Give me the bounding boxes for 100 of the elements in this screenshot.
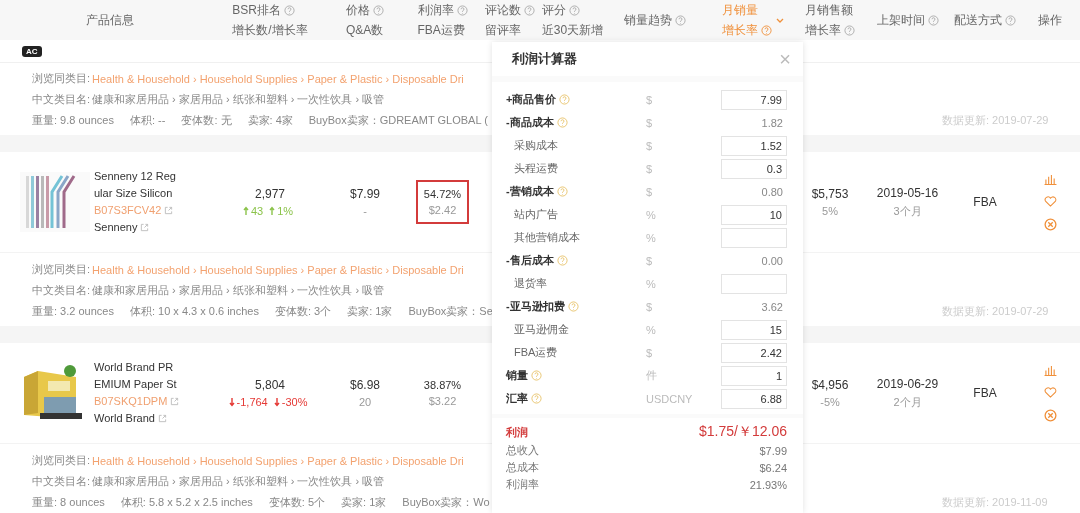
input-field[interactable]: 10 (721, 204, 787, 225)
column-header[interactable]: 上架时间 (876, 11, 925, 29)
input-field[interactable]: 1.52 (721, 135, 787, 156)
input-field[interactable]: 6.88 (721, 388, 787, 409)
external-link-icon[interactable] (164, 206, 174, 215)
input-field[interactable]: 1 (721, 365, 787, 386)
rank-change: -1,764 (236, 396, 268, 408)
column-header[interactable]: 评论数 (485, 1, 521, 19)
category-label: 浏览同类目: (32, 71, 91, 86)
listing-age: 3个月 (893, 203, 922, 219)
column-header[interactable]: FBA运费 (417, 21, 465, 39)
fba-fee: $2.42 (428, 204, 457, 216)
column-header[interactable]: 利润率 (417, 1, 454, 19)
help-icon[interactable] (531, 370, 542, 381)
close-circle-icon[interactable] (1043, 408, 1057, 422)
product-title[interactable]: Senneny 12 Reg (94, 169, 176, 184)
help-icon[interactable] (927, 14, 939, 26)
unit-label: $ (645, 346, 654, 359)
spec-text: 变体数: 无 (181, 113, 232, 128)
input-field[interactable]: 7.99 (721, 89, 787, 110)
summary-value: 21.93% (749, 478, 787, 491)
input-field[interactable]: 15 (721, 319, 787, 340)
bsr-rank: 5,804 (255, 378, 285, 392)
cost-value: 3.62 (761, 300, 784, 313)
cost-label: 站内广告 (514, 207, 558, 222)
external-link-icon[interactable] (157, 414, 167, 423)
cost-label: -亚马逊扣费 (506, 299, 565, 314)
column-header[interactable]: 增长数/增长率 (232, 21, 308, 39)
spec-text: BuyBox卖家：Se (408, 304, 493, 319)
external-link-icon[interactable] (140, 223, 150, 232)
rank-change-rate: 1% (277, 205, 294, 217)
input-field[interactable]: 2.42 (721, 342, 787, 363)
spec-text: 体积: -- (129, 113, 166, 128)
help-icon[interactable] (556, 186, 568, 197)
help-icon[interactable] (760, 24, 772, 36)
help-icon[interactable] (456, 4, 468, 16)
help-icon[interactable] (531, 393, 542, 404)
unit-label: $ (645, 162, 654, 175)
column-header[interactable]: Q&A数 (346, 21, 384, 39)
column-header[interactable]: 留评率 (485, 21, 521, 39)
column-header[interactable]: 月销售额 (805, 1, 853, 19)
listing-date: 2019-05-16 (876, 185, 939, 200)
category-label: 中文类目名: (32, 474, 91, 489)
cost-label: 汇率 (506, 391, 528, 406)
fba-fee: $3.22 (428, 395, 457, 407)
brand-name[interactable]: World Brand (94, 411, 155, 426)
help-icon[interactable] (567, 301, 579, 312)
input-field[interactable]: 0.3 (721, 158, 787, 179)
spec-text: 卖家: 1家 (341, 495, 387, 510)
bar-chart-icon[interactable] (1043, 364, 1057, 376)
bar-chart-icon[interactable] (1043, 173, 1057, 185)
cost-label: FBA运费 (514, 345, 558, 360)
column-header[interactable]: 增长率 (805, 21, 841, 39)
help-icon[interactable] (675, 14, 686, 26)
column-header[interactable]: BSR排名 (232, 1, 281, 19)
help-icon[interactable] (524, 4, 535, 16)
close-circle-icon[interactable] (1043, 217, 1057, 231)
unit-label: USDCNY (645, 392, 694, 405)
column-header[interactable]: 近30天新增 (541, 21, 604, 39)
profit-margin: 38.87% (423, 379, 462, 391)
column-header[interactable]: 产品信息 (86, 11, 134, 29)
unit-label: $ (645, 139, 654, 152)
summary-label: 总成本 (506, 460, 539, 475)
column-header[interactable]: 操作 (1038, 11, 1062, 29)
spec-text: 变体数: 5个 (268, 495, 326, 510)
column-header[interactable]: 评分 (541, 1, 566, 19)
help-icon[interactable] (844, 24, 855, 36)
profit-value: $1.75/￥12.06 (699, 423, 787, 441)
help-icon[interactable] (373, 4, 384, 16)
input-field[interactable] (721, 227, 787, 248)
product-title[interactable]: ular Size Silicon (94, 186, 176, 201)
summary-label: 利润率 (506, 477, 539, 492)
column-header[interactable]: 销量趋势 (624, 11, 672, 29)
spec-text: 重量: 9.8 ounces (32, 113, 114, 128)
external-link-icon[interactable] (170, 397, 180, 406)
column-header[interactable]: 配送方式 (954, 11, 1002, 29)
column-header[interactable]: 价格 (346, 1, 370, 19)
brand-name[interactable]: Senneny (94, 220, 138, 235)
product-title[interactable]: World Brand PR (94, 360, 180, 375)
category-path: 健康和家居用品 › 家居用品 › 纸张和塑料 › 一次性饮具 › 吸管 (92, 283, 385, 298)
heart-icon[interactable] (1043, 386, 1057, 398)
help-icon[interactable] (556, 255, 568, 266)
category-label: 浏览同类目: (32, 262, 91, 277)
help-icon[interactable] (556, 117, 568, 128)
shipping-method: FBA (973, 195, 997, 209)
input-field[interactable] (721, 273, 787, 294)
product-title[interactable]: EMIUM Paper St (94, 377, 180, 392)
unit-label: % (645, 323, 657, 336)
cost-label: 亚马逊佣金 (514, 322, 569, 337)
help-icon[interactable] (568, 4, 580, 16)
shipping-method: FBA (973, 386, 997, 400)
category-label: 中文类目名: (32, 283, 91, 298)
help-icon[interactable] (284, 4, 295, 16)
summary-label: 总收入 (506, 443, 539, 458)
spec-text: 体积: 10 x 4.3 x 0.6 inches (129, 304, 259, 319)
help-icon[interactable] (1005, 14, 1016, 26)
sort-caret-icon[interactable] (775, 17, 784, 23)
panel-title: 利润计算器 (512, 50, 577, 68)
heart-icon[interactable] (1043, 195, 1057, 207)
help-icon[interactable] (559, 94, 571, 105)
